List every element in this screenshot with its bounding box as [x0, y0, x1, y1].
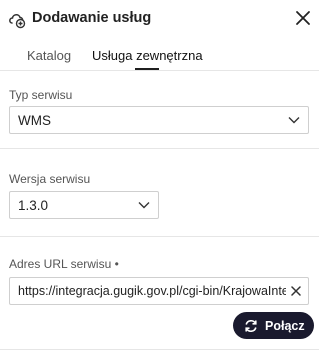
connect-button-label: Połącz — [265, 319, 305, 333]
active-tab-indicator — [135, 68, 159, 70]
clear-icon[interactable] — [291, 286, 301, 296]
panel-title: Dodawanie usług — [32, 10, 152, 26]
service-version-value: 1.3.0 — [18, 198, 49, 213]
cloud-plus-icon — [9, 14, 26, 29]
service-url-input[interactable]: https://integracja.gugik.gov.pl/cgi-bin/… — [9, 277, 309, 305]
panel-header: Dodawanie usług — [0, 0, 319, 38]
close-icon[interactable] — [295, 10, 311, 26]
add-service-panel: Dodawanie usług Katalog Usługa zewnętrzn… — [0, 0, 319, 356]
refresh-icon — [245, 319, 257, 333]
service-type-section: Typ serwisu WMS — [0, 71, 319, 149]
service-url-value: https://integracja.gugik.gov.pl/cgi-bin/… — [18, 284, 286, 298]
service-type-value: WMS — [18, 113, 51, 128]
service-version-select[interactable]: 1.3.0 — [9, 191, 159, 219]
connect-button[interactable]: Połącz — [233, 312, 314, 339]
tab-external-service[interactable]: Usługa zewnętrzna — [92, 48, 203, 63]
service-type-select[interactable]: WMS — [9, 106, 309, 134]
service-url-label: Adres URL serwisu • — [9, 257, 119, 271]
chevron-down-icon — [288, 117, 300, 124]
tab-bar: Katalog Usługa zewnętrzna — [0, 38, 319, 71]
chevron-down-icon — [138, 202, 150, 209]
tab-katalog[interactable]: Katalog — [27, 48, 71, 63]
service-version-section: Wersja serwisu 1.3.0 — [0, 149, 319, 237]
service-type-label: Typ serwisu — [9, 88, 73, 102]
bottom-divider — [0, 349, 319, 350]
service-version-label: Wersja serwisu — [9, 172, 91, 186]
